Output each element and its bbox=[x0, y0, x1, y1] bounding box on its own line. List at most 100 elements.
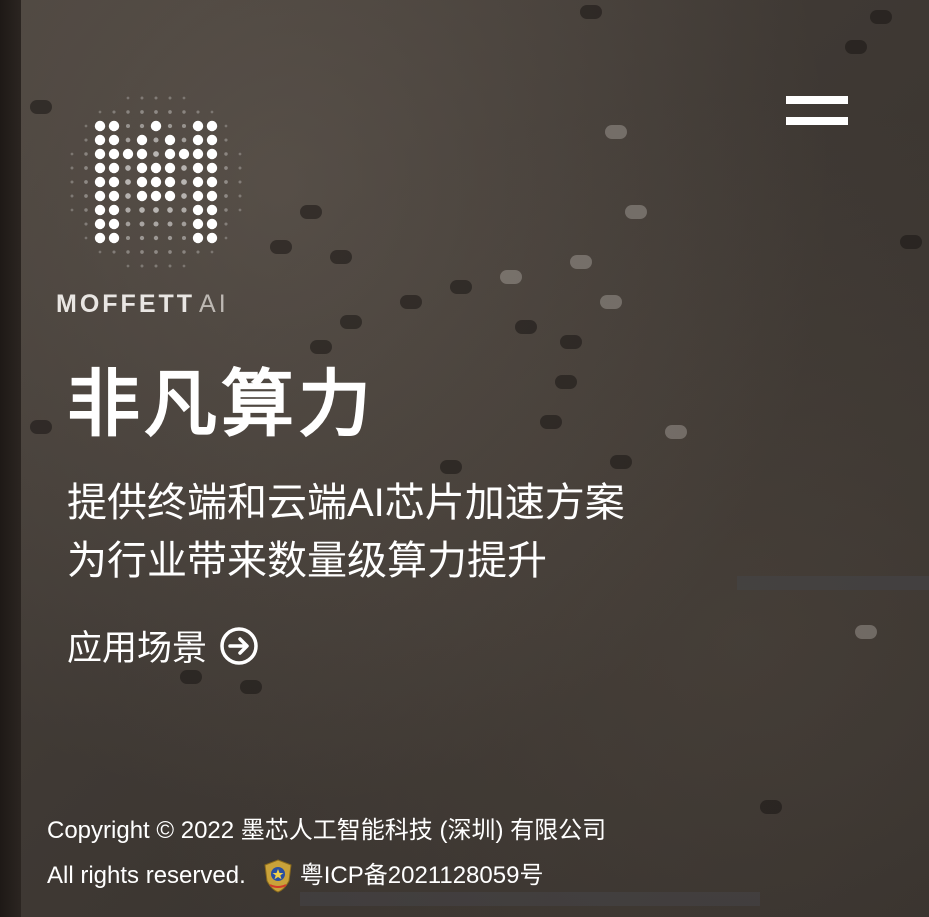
logo-dot bbox=[70, 166, 74, 170]
arrow-right-circle-icon bbox=[220, 626, 258, 665]
logo-dot bbox=[125, 193, 131, 199]
logo-dot bbox=[210, 110, 214, 114]
logo-dot bbox=[178, 148, 190, 160]
logo-dot bbox=[154, 96, 158, 100]
logo-dot bbox=[112, 250, 116, 254]
logo-dot bbox=[192, 148, 204, 160]
logo-dot bbox=[238, 194, 242, 198]
logo-dot bbox=[224, 124, 228, 128]
logo-dot bbox=[238, 166, 242, 170]
crowd-figure bbox=[665, 425, 687, 439]
footer-rights: All rights reserved. bbox=[47, 862, 246, 889]
logo-dot bbox=[164, 162, 176, 174]
crowd-figure bbox=[540, 415, 562, 429]
left-edge-shadow bbox=[0, 0, 21, 917]
logo-dot bbox=[125, 235, 131, 241]
logo-dot bbox=[181, 123, 187, 129]
crowd-figure bbox=[610, 455, 632, 469]
logo-dot bbox=[98, 250, 102, 254]
logo-dot bbox=[167, 221, 173, 227]
logo-dot bbox=[154, 250, 158, 254]
application-scenarios-link[interactable]: 应用场景 bbox=[67, 620, 259, 671]
logo-dot bbox=[108, 120, 120, 132]
logo-dot bbox=[150, 176, 162, 188]
moffett-logo-mark-icon bbox=[70, 96, 242, 268]
hero-subtitle-line: 为行业带来数量级算力提升 bbox=[67, 539, 547, 583]
logo-dot bbox=[181, 221, 187, 227]
crowd-figure bbox=[600, 295, 622, 309]
logo-dot bbox=[94, 120, 106, 132]
logo-dot bbox=[153, 207, 159, 213]
logo-dot bbox=[108, 134, 120, 146]
crowd-figure bbox=[900, 235, 922, 249]
crowd-figure bbox=[845, 40, 867, 54]
brand-wordmark-suffix: AI bbox=[199, 290, 229, 318]
hamburger-menu-icon[interactable] bbox=[786, 94, 848, 132]
logo-dot bbox=[238, 180, 242, 184]
logo-dot bbox=[181, 193, 187, 199]
logo-dot bbox=[94, 148, 106, 160]
logo-dot bbox=[224, 208, 228, 212]
crowd-figure bbox=[500, 270, 522, 284]
logo-dot bbox=[84, 166, 88, 170]
crowd-figure bbox=[240, 680, 262, 694]
logo-dot bbox=[94, 176, 106, 188]
logo-dot bbox=[70, 180, 74, 184]
logo-dot bbox=[122, 148, 134, 160]
logo-dot bbox=[164, 190, 176, 202]
logo-dot bbox=[192, 162, 204, 174]
logo-dot bbox=[206, 148, 218, 160]
logo-dot bbox=[84, 208, 88, 212]
logo-dot bbox=[153, 235, 159, 241]
logo-dot bbox=[206, 162, 218, 174]
logo-dot bbox=[182, 250, 186, 254]
logo-dot bbox=[94, 232, 106, 244]
logo-dot bbox=[136, 190, 148, 202]
logo-dot bbox=[126, 110, 130, 114]
footer: Copyright © 2022 墨芯人工智能科技 (深圳) 有限公司 All … bbox=[47, 808, 606, 898]
logo-dot bbox=[125, 179, 131, 185]
logo-dot bbox=[224, 236, 228, 240]
logo-dot bbox=[238, 152, 242, 156]
logo-dot bbox=[181, 137, 187, 143]
logo-dot bbox=[108, 148, 120, 160]
logo-dot bbox=[136, 162, 148, 174]
logo-dot bbox=[192, 232, 204, 244]
logo-dot bbox=[206, 232, 218, 244]
logo-dot bbox=[168, 264, 172, 268]
hero-subtitle: 提供终端和云端AI芯片加速方案 为行业带来数量级算力提升 bbox=[67, 474, 827, 590]
cta-label: 应用场景 bbox=[67, 629, 208, 668]
brand-logo[interactable] bbox=[56, 82, 256, 282]
logo-dot bbox=[140, 250, 144, 254]
crowd-figure bbox=[560, 335, 582, 349]
logo-dot bbox=[154, 110, 158, 114]
logo-dot bbox=[167, 207, 173, 213]
logo-dot bbox=[108, 190, 120, 202]
logo-dot bbox=[164, 134, 176, 146]
logo-dot bbox=[210, 250, 214, 254]
logo-dot bbox=[192, 190, 204, 202]
logo-dot bbox=[150, 120, 162, 132]
crowd-figure bbox=[555, 375, 577, 389]
logo-dot bbox=[139, 221, 145, 227]
logo-dot bbox=[206, 134, 218, 146]
crowd-figure bbox=[310, 340, 332, 354]
police-badge-icon bbox=[264, 858, 292, 893]
logo-dot bbox=[139, 235, 145, 241]
logo-dot bbox=[70, 208, 74, 212]
crowd-figure bbox=[625, 205, 647, 219]
footer-rights-line: All rights reserved. 粤ICP备2021128059号 bbox=[47, 853, 606, 898]
crowd-figure bbox=[515, 320, 537, 334]
crowd-figure bbox=[340, 315, 362, 329]
menu-bar bbox=[786, 96, 848, 104]
logo-dot bbox=[181, 165, 187, 171]
logo-dot bbox=[154, 264, 158, 268]
logo-dot bbox=[181, 179, 187, 185]
logo-dot bbox=[84, 236, 88, 240]
logo-dot bbox=[140, 110, 144, 114]
logo-dot bbox=[84, 222, 88, 226]
logo-dot bbox=[70, 194, 74, 198]
icp-license-link[interactable]: 粤ICP备2021128059号 bbox=[300, 853, 544, 898]
logo-dot bbox=[206, 204, 218, 216]
logo-dot bbox=[182, 110, 186, 114]
